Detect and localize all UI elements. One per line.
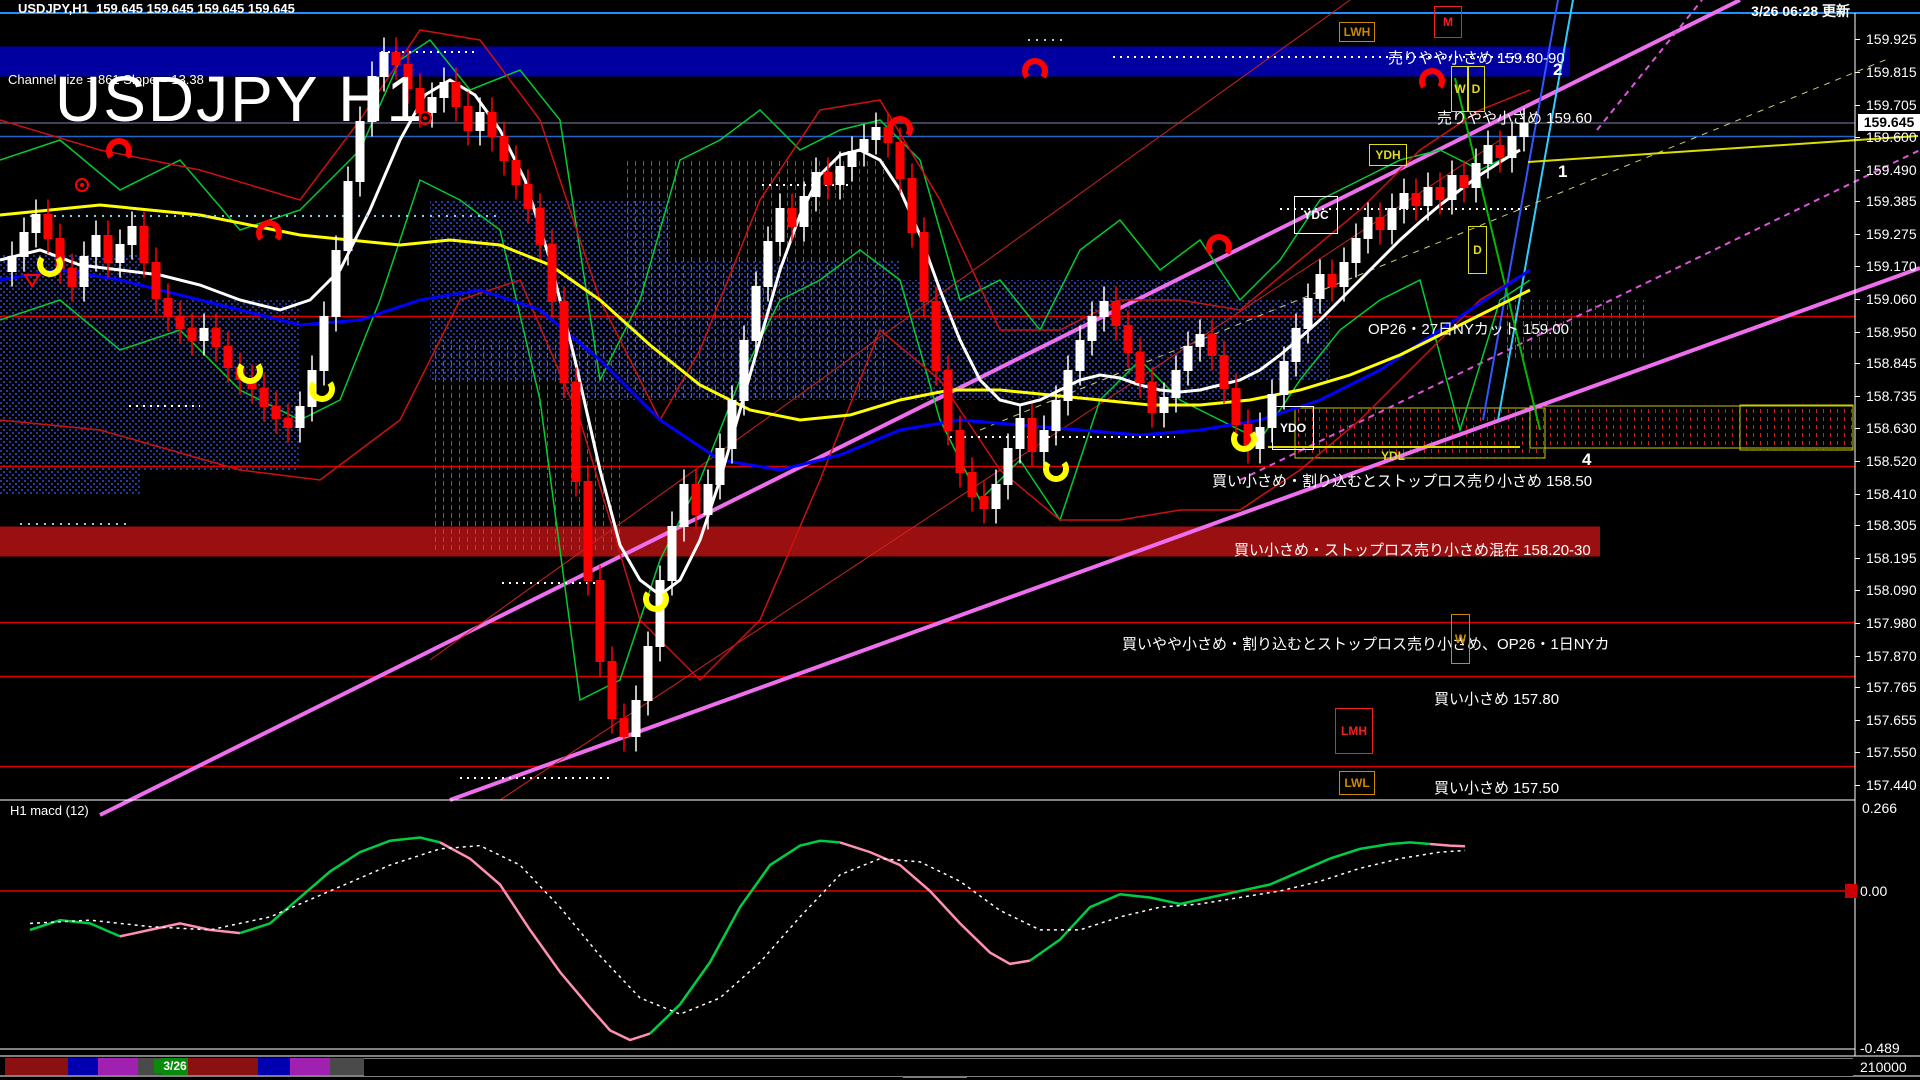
chart-annotation[interactable]: 買い小さめ 157.80: [1434, 688, 1559, 709]
level-marker-ydh[interactable]: YDH: [1369, 144, 1407, 166]
price-axis-tick: [1855, 331, 1860, 333]
price-axis-label: 158.630: [1866, 419, 1917, 436]
session-bar-segment: [5, 1058, 68, 1075]
session-bar-segment: [290, 1058, 330, 1075]
price-axis-label: 157.980: [1866, 614, 1917, 631]
chart-annotation[interactable]: 買い小さめ・ストップロス売り小さめ混在 158.20-30: [1234, 539, 1591, 560]
price-axis-tick: [1855, 39, 1860, 40]
price-axis-tick: [1855, 396, 1860, 397]
level-marker-lmh[interactable]: LMH: [1335, 708, 1373, 754]
level-marker-ydc[interactable]: YDC: [1294, 196, 1338, 234]
session-bar-segment: [330, 1058, 364, 1075]
price-axis-tick: [1855, 427, 1860, 429]
level-marker-lwh[interactable]: LWH: [1339, 22, 1375, 42]
price-axis-label: 158.195: [1866, 550, 1917, 566]
price-axis-label: 157.655: [1866, 712, 1917, 728]
price-axis-tick: [1855, 622, 1860, 624]
price-axis-tick: [1855, 105, 1860, 106]
macd-panel: [0, 836, 1857, 1042]
level-marker-d[interactable]: D: [1468, 226, 1487, 274]
macd-axis-zero: 0.00: [1860, 883, 1888, 899]
price-axis-label: 159.490: [1866, 161, 1917, 178]
macd-axis-min: -0.489: [1860, 1040, 1900, 1056]
price-axis-label: 158.950: [1866, 323, 1917, 340]
macd-indicator-label: H1 macd (12): [10, 803, 89, 818]
chart-annotation[interactable]: 買い小さめ・割り込むとストップロス売り小さめ 158.50: [1212, 470, 1592, 491]
price-axis-label: 158.845: [1866, 355, 1917, 371]
price-axis-tick: [1855, 558, 1860, 559]
chart-annotation[interactable]: 買い小さめ 157.50: [1434, 777, 1559, 798]
chart-canvas[interactable]: [0, 0, 1920, 1080]
price-axis-label: 159.600: [1866, 128, 1917, 145]
price-axis-tick: [1855, 720, 1860, 721]
price-axis-label: 159.705: [1866, 97, 1917, 113]
wave-number: 2: [1553, 60, 1563, 79]
price-axis-tick: [1855, 363, 1860, 364]
price-axis-label: 157.765: [1866, 679, 1917, 695]
price-axis-tick: [1855, 265, 1860, 267]
session-bar-rest: [364, 1058, 1853, 1076]
price-axis-tick: [1855, 655, 1860, 657]
macd-axis-bottom: 210000: [1860, 1059, 1907, 1075]
price-axis-tick: [1855, 136, 1860, 138]
chart-annotation[interactable]: OP26・27日NYカット 159.00: [1368, 318, 1569, 339]
wave-number: 1: [1558, 162, 1568, 181]
price-axis-label: 159.385: [1866, 193, 1917, 209]
window-title-symbol: USDJPY,H1 159.645 159.645 159.645 159.64…: [18, 1, 295, 16]
trading-chart-window: USDJPY,H1 159.645 159.645 159.645 159.64…: [0, 0, 1920, 1080]
price-axis-tick: [1855, 525, 1860, 526]
session-bar-segment: [68, 1058, 98, 1075]
chart-annotation[interactable]: 買いやや小さめ・割り込むとストップロス売り小さめ、OP26・1日NYカ: [1122, 633, 1610, 654]
price-axis-tick: [1855, 687, 1860, 688]
wave-number: 4: [1582, 450, 1592, 469]
macd-axis-max: 0.266: [1862, 800, 1898, 816]
ichimoku-clouds: [0, 160, 1854, 550]
level-marker-lwl[interactable]: LWL: [1339, 771, 1375, 795]
price-axis-tick: [1855, 201, 1860, 202]
price-axis-label: 158.410: [1866, 485, 1917, 502]
price-axis-label: 158.090: [1866, 581, 1917, 598]
price-axis-tick: [1855, 493, 1860, 495]
price-axis-label: 159.275: [1866, 226, 1917, 242]
price-axis-tick: [1855, 234, 1860, 235]
last-update-timestamp: 3/26 06:28 更新: [1751, 3, 1850, 19]
level-marker-ydo[interactable]: YDO: [1272, 406, 1314, 450]
price-axis-tick: [1855, 72, 1860, 73]
price-axis-tick: [1855, 298, 1860, 300]
price-axis-tick: [1855, 589, 1860, 591]
chart-annotation[interactable]: 売りやや小さめ 159.80-90: [1388, 47, 1565, 68]
session-bar-segment: [98, 1058, 138, 1075]
price-axis-label: 159.060: [1866, 290, 1917, 307]
price-axis-tick: [1855, 169, 1860, 171]
level-marker-d[interactable]: D: [1467, 66, 1485, 112]
price-axis-label: 158.735: [1866, 388, 1917, 404]
price-axis-tick: [1855, 460, 1860, 462]
price-axis-label: 158.305: [1866, 517, 1917, 533]
level-marker-w[interactable]: W: [1451, 614, 1470, 664]
price-axis-label: 159.815: [1866, 64, 1917, 80]
session-bar-segment: [258, 1058, 290, 1075]
price-axis-label: 158.520: [1866, 452, 1917, 469]
session-bar-segment: [188, 1058, 258, 1075]
channel-info-text: Channel size = 861 Slope = 13.38: [8, 72, 204, 87]
level-marker-m[interactable]: M: [1434, 6, 1462, 38]
price-axis-tick: [1855, 784, 1860, 786]
price-axis-label: 159.170: [1866, 257, 1917, 274]
price-axis-tick: [1855, 751, 1860, 753]
price-axis-label: 157.870: [1866, 647, 1917, 664]
level-marker-ydl[interactable]: YDL: [1375, 448, 1411, 464]
price-axis-label: 157.550: [1866, 743, 1917, 760]
price-axis-label: 159.925: [1866, 31, 1917, 47]
price-axis-label: 157.440: [1866, 776, 1917, 793]
